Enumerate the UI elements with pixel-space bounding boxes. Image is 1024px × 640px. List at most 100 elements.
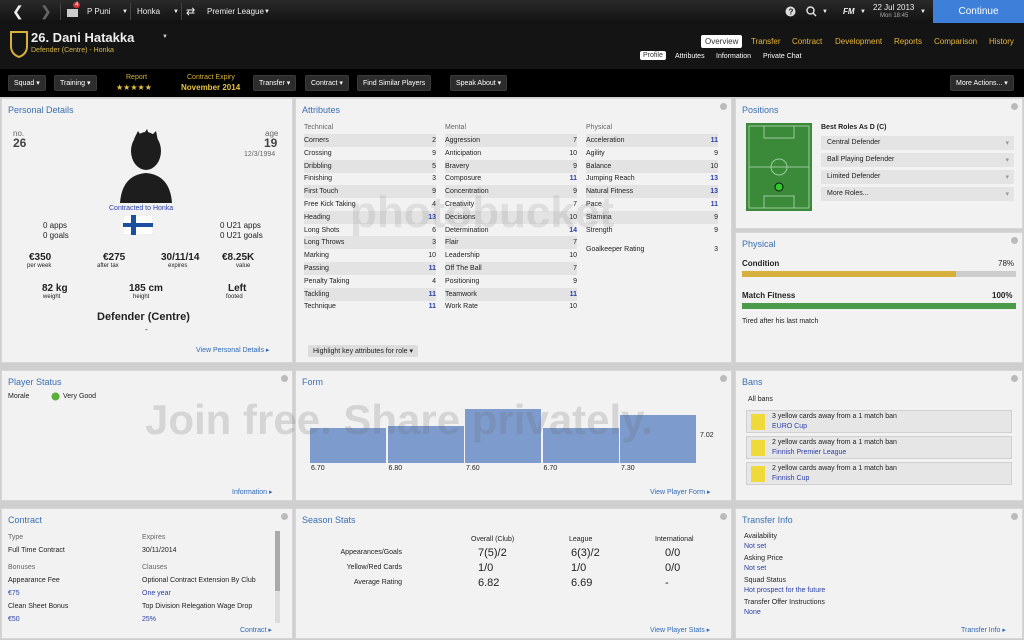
attribute-row[interactable]: Jumping Reach 13 [586, 172, 718, 185]
attribute-row[interactable]: Balance 10 [586, 159, 718, 173]
attribute-row[interactable]: Free Kick Taking 4 [304, 198, 436, 211]
tab-development[interactable]: Development [835, 37, 882, 46]
attribute-row[interactable]: Stamina 9 [586, 210, 718, 224]
transfer-info-link[interactable]: Transfer Info ▸ [961, 626, 1006, 634]
view-player-stats-link[interactable]: View Player Stats ▸ [650, 626, 710, 634]
attribute-row[interactable]: Natural Fitness 13 [586, 185, 718, 199]
goalkeeper-rating-row[interactable]: Goalkeeper Rating 3 [586, 243, 718, 256]
back-arrow-icon[interactable]: ❮ [12, 0, 24, 23]
speak-about-button[interactable]: Speak About ▾ [450, 75, 508, 91]
contract-link[interactable]: Contract ▸ [240, 626, 272, 634]
attribute-row[interactable]: Bravery 9 [445, 159, 577, 173]
close-icon[interactable] [1011, 513, 1018, 520]
subtab-profile[interactable]: Profile [640, 51, 666, 60]
more-actions-button[interactable]: More Actions... ▾ [950, 75, 1014, 91]
highlight-attributes-button[interactable]: Highlight key attributes for role ▾ [308, 345, 419, 357]
close-icon[interactable] [720, 103, 727, 110]
tab-contract[interactable]: Contract [792, 37, 822, 46]
form-bar[interactable] [620, 415, 696, 463]
continue-button[interactable]: Continue [933, 0, 1024, 23]
ban-row[interactable]: 2 yellow cards away from a 1 match ban Fi… [746, 436, 1012, 459]
close-icon[interactable] [720, 513, 727, 520]
subtab-information[interactable]: Information [716, 53, 751, 60]
close-icon[interactable] [720, 375, 727, 382]
attribute-row[interactable]: Teamwork 11 [445, 287, 577, 301]
attribute-row[interactable]: Aggression 7 [445, 134, 577, 147]
tab-comparison[interactable]: Comparison [934, 37, 977, 46]
contract-button[interactable]: Contract ▾ [305, 75, 349, 91]
find-similar-button[interactable]: Find Similar Players [357, 75, 432, 91]
view-personal-details-link[interactable]: View Personal Details ▸ [196, 346, 269, 354]
player-name[interactable]: 26. Dani Hatakka [31, 30, 134, 45]
attribute-row[interactable]: Technique 11 [304, 300, 436, 313]
attribute-row[interactable]: Flair 7 [445, 236, 577, 250]
information-link[interactable]: Information ▸ [232, 488, 273, 496]
attribute-row[interactable]: Agility 9 [586, 147, 718, 160]
tab-transfer[interactable]: Transfer [751, 37, 781, 46]
contract-scrollbar[interactable] [275, 531, 280, 623]
attribute-row[interactable]: Long Throws 3 [304, 236, 436, 250]
form-bar[interactable] [310, 427, 386, 463]
ban-row[interactable]: 3 yellow cards away from a 1 match ban EU… [746, 410, 1012, 433]
view-player-form-link[interactable]: View Player Form ▸ [650, 488, 711, 496]
attribute-row[interactable]: Composure 11 [445, 172, 577, 185]
attribute-row[interactable]: Work Rate 10 [445, 300, 577, 313]
forward-arrow-icon[interactable]: ❯ [40, 0, 52, 23]
attribute-row[interactable]: Concentration 9 [445, 185, 577, 199]
attribute-row[interactable]: Dribbling 5 [304, 159, 436, 173]
ban-row[interactable]: 2 yellow cards away from a 1 match ban Fi… [746, 462, 1012, 485]
attribute-row[interactable]: Acceleration 11 [586, 134, 718, 147]
search-icon[interactable] [806, 0, 817, 23]
attribute-row[interactable]: Positioning 9 [445, 275, 577, 288]
attribute-row[interactable]: Passing 11 [304, 262, 436, 275]
form-bar[interactable] [465, 409, 541, 463]
help-icon[interactable]: ? [785, 0, 796, 23]
league-menu[interactable]: Premier League [207, 0, 264, 23]
tab-reports[interactable]: Reports [894, 37, 922, 46]
tab-history[interactable]: History [989, 37, 1014, 46]
close-icon[interactable] [281, 375, 288, 382]
close-icon[interactable] [281, 513, 288, 520]
transfer-button[interactable]: Transfer ▾ [253, 75, 297, 91]
form-bar[interactable] [387, 425, 464, 463]
attribute-row[interactable]: Finishing 3 [304, 172, 436, 185]
manager-menu[interactable]: P Puni [87, 0, 110, 23]
all-bans-label[interactable]: All bans [748, 396, 773, 403]
attribute-row[interactable]: Pace 11 [586, 198, 718, 211]
training-button[interactable]: Training ▾ [54, 75, 97, 91]
attribute-row[interactable]: Heading 13 [304, 210, 436, 224]
attribute-row[interactable]: Creativity 7 [445, 198, 577, 211]
attribute-row[interactable]: Anticipation 10 [445, 147, 577, 160]
tab-overview[interactable]: Overview [701, 35, 743, 48]
attribute-row[interactable]: Corners 2 [304, 134, 436, 147]
attribute-row[interactable]: Decisions 10 [445, 210, 577, 224]
close-icon[interactable] [1011, 375, 1018, 382]
subtab-private-chat[interactable]: Private Chat [763, 53, 802, 60]
attribute-row[interactable]: Marking 10 [304, 249, 436, 262]
role-central-defender[interactable]: Central Defender ▾ [821, 136, 1014, 150]
attribute-row[interactable]: Crossing 9 [304, 147, 436, 160]
subtab-attributes[interactable]: Attributes [675, 53, 705, 60]
role-limited-defender[interactable]: Limited Defender ▾ [821, 170, 1014, 184]
contracted-to-label[interactable]: Contracted to Honka [109, 205, 173, 212]
swap-icon[interactable]: ⇄ [186, 0, 195, 23]
attribute-row[interactable]: Off The Ball 7 [445, 262, 577, 275]
attribute-row[interactable]: Leadership 10 [445, 249, 577, 262]
role-ball-playing-defender[interactable]: Ball Playing Defender ▾ [821, 153, 1014, 167]
attribute-row[interactable]: Penalty Taking 4 [304, 275, 436, 288]
attribute-row[interactable]: First Touch 9 [304, 185, 436, 199]
report-stars[interactable]: ★★★★★ [116, 83, 152, 92]
squad-button[interactable]: Squad ▾ [8, 75, 46, 91]
chevron-down-icon[interactable]: ▼ [162, 34, 168, 40]
more-roles-button[interactable]: More Roles... ▾ [821, 187, 1014, 201]
attribute-row[interactable]: Long Shots 6 [304, 224, 436, 237]
form-bar[interactable] [542, 427, 619, 463]
attribute-row[interactable]: Determination 14 [445, 224, 577, 237]
close-icon[interactable] [1011, 103, 1018, 110]
close-icon[interactable] [1011, 237, 1018, 244]
scrollbar-thumb[interactable] [275, 531, 280, 591]
attribute-row[interactable]: Strength 9 [586, 224, 718, 237]
attribute-row[interactable]: Tackling 11 [304, 287, 436, 301]
club-menu[interactable]: Honka [137, 0, 160, 23]
fm-menu[interactable]: FM [843, 0, 855, 23]
